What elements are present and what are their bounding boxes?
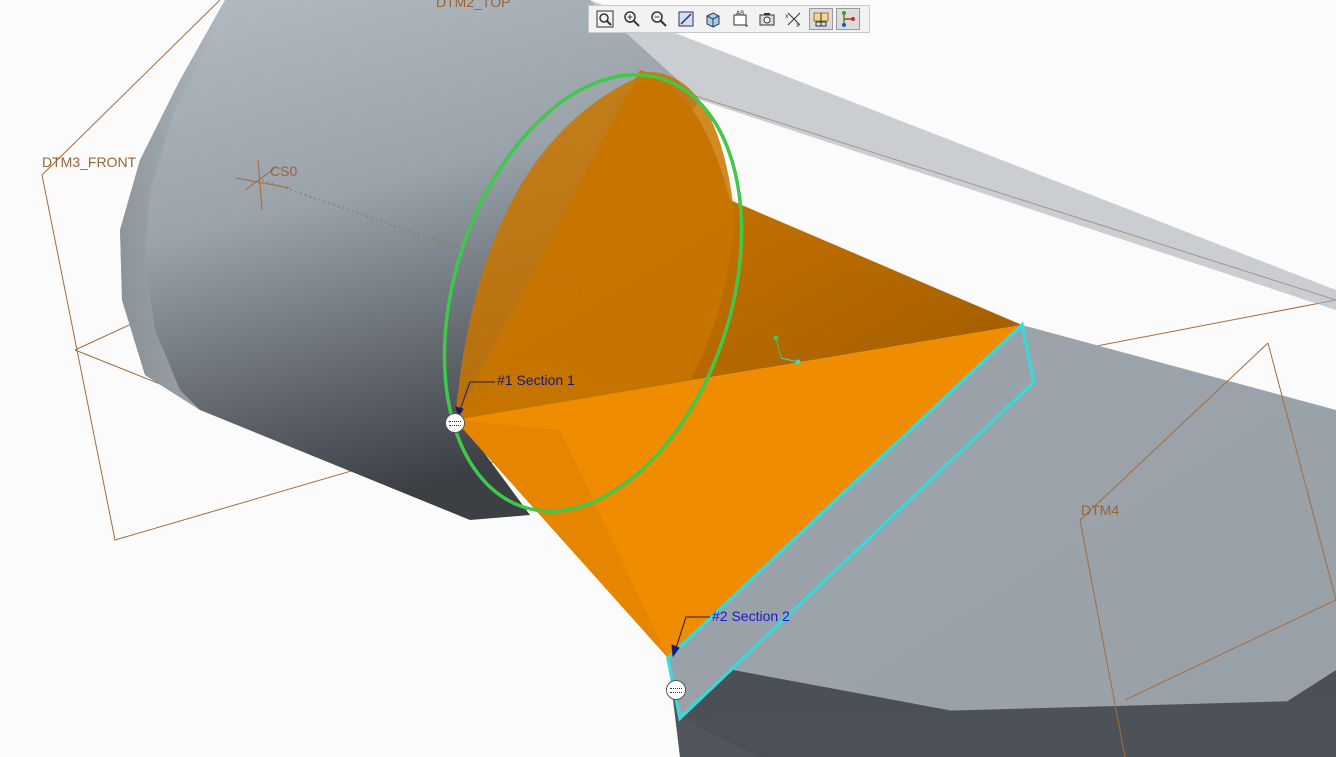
zoom-in-icon	[624, 11, 640, 27]
datum-display-icon: xx	[785, 12, 801, 28]
svg-text:x: x	[796, 22, 800, 28]
svg-text:AB: AB	[736, 10, 744, 17]
view-manager-icon	[759, 13, 775, 26]
svg-text:x: x	[785, 13, 789, 20]
coord-sys-label[interactable]: CS0	[270, 163, 297, 179]
model-canvas[interactable]	[0, 0, 1336, 757]
display-style-icon	[706, 12, 720, 28]
saved-orientations-button[interactable]: AB	[728, 8, 752, 30]
handle-grip-icon	[449, 420, 461, 426]
section-1-start-point-handle[interactable]	[445, 413, 465, 433]
refit-icon	[596, 10, 614, 28]
spin-center-toggle-icon	[842, 11, 855, 27]
spin-center-button[interactable]	[836, 8, 860, 30]
refit-button[interactable]	[593, 8, 617, 30]
section-2-start-point-handle[interactable]	[666, 680, 686, 700]
graphics-toolbar: AB xx	[588, 5, 870, 33]
datum-display-button[interactable]: xx	[782, 8, 806, 30]
datum-label-top[interactable]: DTM2_TOP	[436, 0, 510, 10]
saved-orientations-icon: AB	[733, 10, 748, 27]
datum-label-dtm4[interactable]: DTM4	[1081, 502, 1119, 518]
handle-grip-icon	[670, 687, 682, 693]
repaint-button[interactable]	[674, 8, 698, 30]
datum-planes-toggle-button[interactable]	[809, 8, 833, 30]
datum-label-front[interactable]: DTM3_FRONT	[42, 154, 136, 170]
zoom-in-button[interactable]	[620, 8, 644, 30]
datum-planes-toggle-icon	[813, 12, 829, 27]
graphics-window[interactable]: DTM2_TOP DTM3_FRONT CS0 DTM4 #1 Section …	[0, 0, 1336, 757]
section-1-label[interactable]: #1 Section 1	[497, 372, 575, 388]
zoom-out-button[interactable]	[647, 8, 671, 30]
repaint-icon	[678, 11, 694, 27]
section-2-label[interactable]: #2 Section 2	[712, 608, 790, 624]
zoom-out-icon	[651, 11, 667, 27]
display-style-button[interactable]	[701, 8, 725, 30]
view-manager-button[interactable]	[755, 8, 779, 30]
